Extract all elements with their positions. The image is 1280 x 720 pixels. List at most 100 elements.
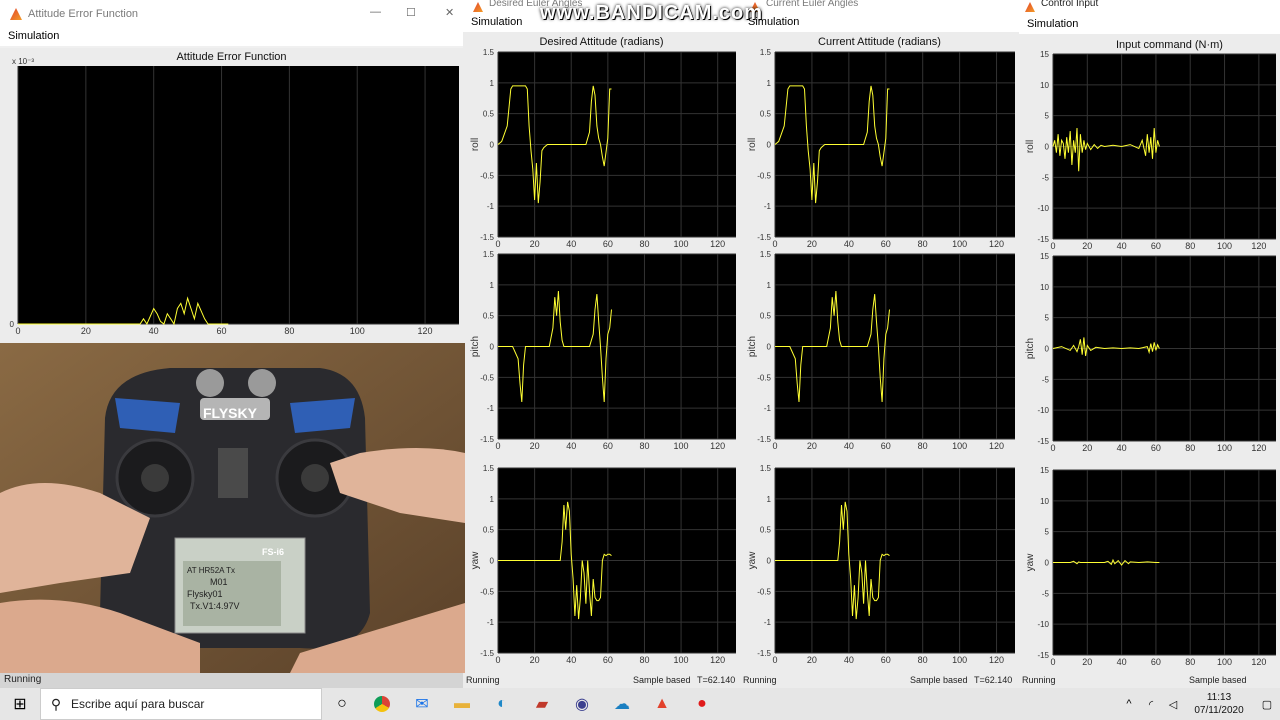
x-tick-label: 40 xyxy=(1117,443,1127,453)
y-axis-label: pitch xyxy=(470,336,481,357)
clock-date: 07/11/2020 xyxy=(1194,705,1244,716)
y-tick-label: 5 xyxy=(1045,112,1050,121)
y-tick-label: -5 xyxy=(1042,589,1050,598)
chevron-up-icon[interactable]: ^ xyxy=(1118,698,1140,710)
control-plot-panel: Input command (N·m) 0 20 40 60 80 100 120 -15 -1… xyxy=(1019,34,1280,674)
x-tick-label: 60 xyxy=(217,326,227,336)
x-tick-label: 80 xyxy=(918,239,928,249)
control-window: Control Input Simulation Input command (… xyxy=(1019,0,1280,688)
error-plot-title: Attitude Error Function xyxy=(176,51,287,63)
chrome-icon[interactable] xyxy=(362,688,402,720)
control-window-titlebar[interactable]: Control Input xyxy=(1019,0,1280,14)
y-tick-label: 1 xyxy=(490,79,495,88)
x-tick-label: 120 xyxy=(710,239,725,249)
desired-plot-title: Desired Attitude (radians) xyxy=(539,36,664,48)
y-tick-label: 1.5 xyxy=(760,48,772,57)
sample-mode: Sample based xyxy=(633,675,691,685)
y-tick-label: 0 xyxy=(490,141,495,150)
close-icon[interactable]: ✕ xyxy=(445,6,454,19)
y-tick-label: 15 xyxy=(1040,466,1049,475)
error-window-titlebar[interactable]: Attitude Error Function — ☐ ✕ xyxy=(0,0,463,28)
y-tick-label: -5 xyxy=(1042,375,1050,384)
x-tick-label: 100 xyxy=(952,655,967,665)
x-tick-label: 60 xyxy=(1151,657,1161,667)
y-tick-label: -0.5 xyxy=(480,171,494,180)
y-tick-label: 0 xyxy=(767,343,772,352)
y-tick-label: -1 xyxy=(764,202,772,211)
file-explorer-icon[interactable]: ▬ xyxy=(442,688,482,720)
y-tick-label: 0 xyxy=(767,557,772,566)
menu-simulation[interactable]: Simulation xyxy=(1027,18,1078,30)
y-tick-label: 1.5 xyxy=(483,250,495,259)
x-tick-label: 40 xyxy=(1117,241,1127,251)
network-icon[interactable]: ◜ xyxy=(1140,698,1162,711)
x-tick-label: 80 xyxy=(918,441,928,451)
app-cloud-icon[interactable]: ☁ xyxy=(602,688,642,720)
matlab-taskbar-icon[interactable]: ▲ xyxy=(642,688,682,720)
search-box[interactable]: ⚲ Escribe aquí para buscar xyxy=(40,688,322,720)
x-tick-label: 0 xyxy=(495,239,500,249)
y-tick-label: 0 xyxy=(490,343,495,352)
windows-start-icon[interactable]: ⊞ xyxy=(0,688,40,720)
x-tick-label: 20 xyxy=(530,655,540,665)
matlab-icon xyxy=(10,8,22,20)
bandicam-record-icon[interactable]: ● xyxy=(682,688,722,720)
x-tick-label: 60 xyxy=(603,239,613,249)
x-tick-label: 0 xyxy=(772,655,777,665)
error-menubar: Simulation xyxy=(0,28,463,46)
menu-simulation[interactable]: Simulation xyxy=(8,30,59,42)
app-disc-icon[interactable]: ◉ xyxy=(562,688,602,720)
y-tick-label: 0.5 xyxy=(483,312,495,321)
x-tick-label: 80 xyxy=(918,655,928,665)
control-plot-title: Input command (N·m) xyxy=(1116,39,1223,51)
x-tick-label: 20 xyxy=(530,441,540,451)
plot-axes-bg xyxy=(18,66,459,324)
menu-simulation[interactable]: Simulation xyxy=(471,16,522,28)
clock-time: 11:13 xyxy=(1206,692,1232,703)
notifications-icon[interactable]: ▢ xyxy=(1254,698,1280,711)
y-tick-label: 0 xyxy=(1045,559,1050,568)
y-tick-label: 10 xyxy=(1040,497,1049,506)
x-tick-label: 80 xyxy=(639,441,649,451)
y-tick-label: -10 xyxy=(1037,406,1049,415)
current-window-titlebar[interactable]: Current Euler Angles xyxy=(740,0,1019,14)
model-label: FS-i6 xyxy=(262,547,284,557)
x-tick-label: 0 xyxy=(772,441,777,451)
control-menubar: Simulation xyxy=(1019,14,1280,34)
y-axis-label: roll xyxy=(747,138,758,151)
current-statusbar: Running Sample based T=62.140 xyxy=(740,674,1019,688)
x-tick-label: 60 xyxy=(603,655,613,665)
y-tick-label: 1.5 xyxy=(760,250,772,259)
x-tick-label: 60 xyxy=(1151,241,1161,251)
y-tick-label: -1 xyxy=(487,404,495,413)
clock[interactable]: 11:13 07/11/2020 xyxy=(1184,691,1254,717)
mail-icon[interactable]: ✉ xyxy=(402,688,442,720)
y-tick-label: 1 xyxy=(490,495,495,504)
x-tick-label: 120 xyxy=(1251,657,1266,667)
x-tick-label: 120 xyxy=(710,441,725,451)
brand-label: FLYSKY xyxy=(203,405,258,421)
y-axis-label: roll xyxy=(470,138,481,151)
app-red-icon[interactable]: ▰ xyxy=(522,688,562,720)
y-tick-label: 0.5 xyxy=(760,110,772,119)
bandicam-watermark: www.BANDICAM.com xyxy=(540,2,764,24)
control-window-title: Control Input xyxy=(1041,0,1099,9)
y-tick-label: -10 xyxy=(1037,620,1049,629)
minimize-icon[interactable]: — xyxy=(370,6,381,18)
edge-icon[interactable]: ◐ xyxy=(482,688,522,720)
y-tick-label: 1.5 xyxy=(483,464,495,473)
x-tick-label: 20 xyxy=(807,239,817,249)
maximize-icon[interactable]: ☐ xyxy=(406,6,416,19)
y-axis-label: pitch xyxy=(747,336,758,357)
lcd-line-4: Tx.V1:4.97V xyxy=(190,601,240,611)
x-tick-label: 120 xyxy=(1251,241,1266,251)
system-tray: ^ ◜ ◁ 11:13 07/11/2020 ▢ xyxy=(1118,688,1280,720)
y-tick-label: -1 xyxy=(487,618,495,627)
x-tick-label: 40 xyxy=(844,239,854,249)
x-tick-label: 100 xyxy=(674,239,689,249)
cortana-icon[interactable]: ○ xyxy=(322,688,362,720)
volume-icon[interactable]: ◁ xyxy=(1162,698,1184,711)
y-tick-label: 1 xyxy=(767,281,772,290)
x-tick-label: 40 xyxy=(566,655,576,665)
y-tick-label: -1 xyxy=(764,404,772,413)
